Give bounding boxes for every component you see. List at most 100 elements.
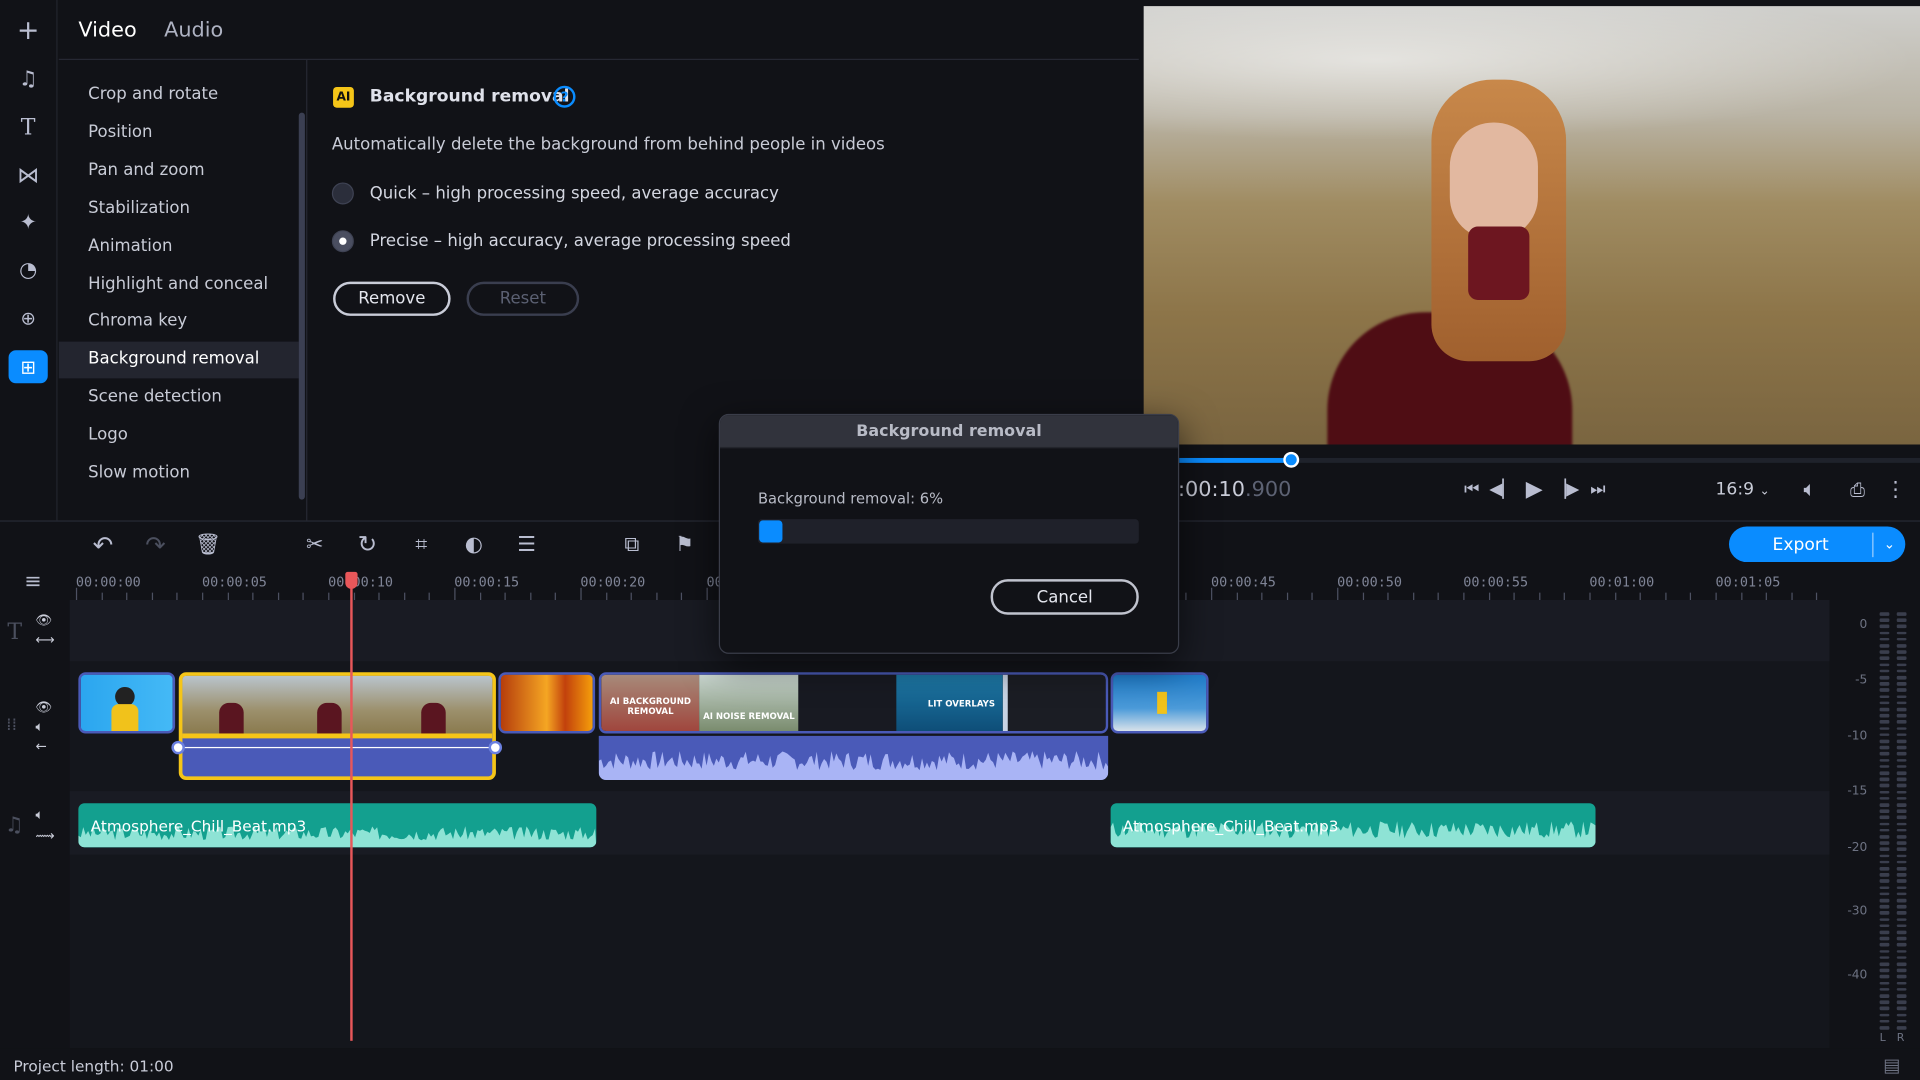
remove-button[interactable]: Remove: [333, 281, 451, 316]
cancel-button[interactable]: Cancel: [990, 579, 1139, 615]
snapshot-icon[interactable]: ⎙: [1844, 476, 1871, 503]
music-icon[interactable]: ♫: [15, 66, 42, 93]
meter-segment: [1896, 707, 1907, 711]
transitions-icon[interactable]: ⋈: [15, 162, 42, 189]
video-clip-selected[interactable]: [178, 672, 496, 781]
eye-icon[interactable]: 👁︎: [36, 612, 53, 628]
audio-clip[interactable]: Atmosphere_Chill_Beat.mp3: [78, 803, 597, 848]
tool-item[interactable]: Slow motion: [88, 463, 190, 483]
ai-badge: AI: [333, 86, 354, 108]
tool-item[interactable]: Background removal: [88, 349, 259, 369]
meter-segment: [1896, 733, 1907, 737]
tool-item[interactable]: Stabilization: [88, 198, 190, 218]
tab-video[interactable]: Video: [78, 18, 136, 42]
playback-scrubber[interactable]: [1179, 451, 1920, 468]
playhead-handle[interactable]: [345, 571, 358, 589]
rotate-icon[interactable]: ↻: [354, 531, 381, 558]
meter-segment: [1896, 644, 1907, 648]
scrubber-handle[interactable]: [1282, 451, 1299, 468]
video-clip[interactable]: AI BACKGROUND REMOVAL AI NOISE REMOVAL L…: [598, 672, 1109, 734]
meter-segment: [1879, 949, 1890, 953]
tool-item[interactable]: Chroma key: [88, 311, 187, 331]
ruler-tick: [202, 592, 204, 601]
link-icon[interactable]: ⟷: [36, 632, 55, 648]
meter-segment: [1896, 968, 1907, 972]
meter-segment: [1879, 1013, 1890, 1017]
meter-segment: [1879, 1000, 1890, 1004]
speaker-icon[interactable]: 🔈︎: [36, 719, 44, 736]
tool-item[interactable]: Crop and rotate: [88, 84, 218, 104]
meter-segment: [1879, 726, 1890, 730]
ruler-label: 00:00:20: [580, 574, 646, 591]
clip-audio-waveform[interactable]: [598, 735, 1109, 781]
delete-icon[interactable]: 🗑︎: [195, 531, 222, 558]
ruler-tick: [479, 592, 481, 601]
meter-segment: [1879, 898, 1890, 902]
tool-item[interactable]: Highlight and conceal: [88, 274, 268, 294]
skip-end-icon[interactable]: ⏭: [1584, 476, 1611, 503]
reset-button[interactable]: Reset: [466, 281, 580, 316]
meter-segment: [1896, 975, 1907, 979]
meter-segment: [1896, 790, 1907, 794]
media-store-icon[interactable]: ⊕: [15, 305, 42, 332]
video-clip[interactable]: [498, 672, 596, 734]
redo-icon[interactable]: ↷: [142, 530, 169, 559]
more-options-icon[interactable]: ⋮: [1882, 476, 1909, 503]
meter-grid-icon[interactable]: ▤: [1883, 1054, 1900, 1076]
color-adjust-icon[interactable]: ◐: [460, 531, 487, 558]
meter-label: 0: [1859, 618, 1868, 632]
volume-icon[interactable]: 🔈︎: [1796, 476, 1823, 503]
ruler-tick: [555, 592, 557, 601]
crop-icon[interactable]: ⌗: [408, 531, 435, 558]
arrow-left-icon[interactable]: ←: [36, 738, 47, 754]
ruler-tick: [378, 592, 380, 601]
stickers-icon[interactable]: ◔: [15, 257, 42, 284]
meter-segment: [1879, 612, 1890, 616]
tab-audio[interactable]: Audio: [164, 18, 223, 42]
eye-icon[interactable]: 👁︎: [36, 699, 53, 715]
fade-out-handle[interactable]: [488, 740, 503, 755]
tool-item[interactable]: Animation: [88, 236, 172, 256]
aspect-ratio-value: 16:9: [1715, 480, 1755, 500]
meter-segment: [1879, 650, 1890, 654]
ruler-label: 00:00:45: [1211, 574, 1276, 591]
video-clip[interactable]: [1110, 672, 1209, 734]
next-frame-icon[interactable]: ▕▶: [1553, 476, 1580, 503]
add-icon[interactable]: +: [15, 15, 42, 46]
playhead-line: [350, 582, 353, 1041]
unlink-icon[interactable]: ⟿: [36, 828, 55, 844]
video-preview[interactable]: [1143, 6, 1920, 445]
radio-precise[interactable]: [331, 230, 354, 253]
progress-label: Background removal: 6%: [757, 489, 944, 507]
tool-item[interactable]: Scene detection: [88, 387, 222, 407]
tool-item[interactable]: Position: [88, 122, 152, 142]
undo-icon[interactable]: ↶: [89, 530, 116, 559]
export-options-chevron-icon[interactable]: ⌄: [1873, 536, 1905, 552]
text-icon[interactable]: T: [15, 114, 42, 141]
video-clip[interactable]: [78, 672, 176, 734]
marker-flag-icon[interactable]: ⚑: [671, 531, 698, 558]
help-icon[interactable]: ?: [553, 85, 576, 108]
tool-item[interactable]: Pan and zoom: [88, 160, 204, 180]
meter-segment: [1896, 879, 1907, 883]
more-tools-icon[interactable]: ⊞: [8, 350, 48, 384]
ruler-tick: [1185, 592, 1188, 601]
previous-frame-icon[interactable]: ◀▏: [1489, 476, 1516, 503]
meter-segment: [1879, 682, 1890, 686]
radio-quick[interactable]: [331, 182, 354, 205]
overlay-icon[interactable]: ⧉: [618, 531, 645, 558]
speaker-icon[interactable]: 🔈︎: [36, 807, 44, 824]
ruler-tick: [1362, 592, 1364, 601]
list-scrollbar[interactable]: [298, 112, 305, 500]
add-track-icon[interactable]: ≡: [20, 568, 47, 595]
effects-icon[interactable]: ✦: [15, 209, 42, 236]
tool-item[interactable]: Logo: [88, 425, 128, 445]
aspect-ratio-select[interactable]: 16:9 ⌄: [1716, 480, 1770, 500]
clip-properties-icon[interactable]: ☰: [513, 531, 540, 558]
export-button[interactable]: Export ⌄: [1728, 526, 1906, 563]
play-icon[interactable]: ▶: [1521, 475, 1548, 502]
audio-clip[interactable]: Atmosphere_Chill_Beat.mp3: [1110, 803, 1596, 848]
fade-in-handle[interactable]: [171, 740, 185, 755]
cut-icon[interactable]: ✂: [301, 531, 328, 558]
skip-start-icon[interactable]: ⏮: [1458, 476, 1485, 503]
